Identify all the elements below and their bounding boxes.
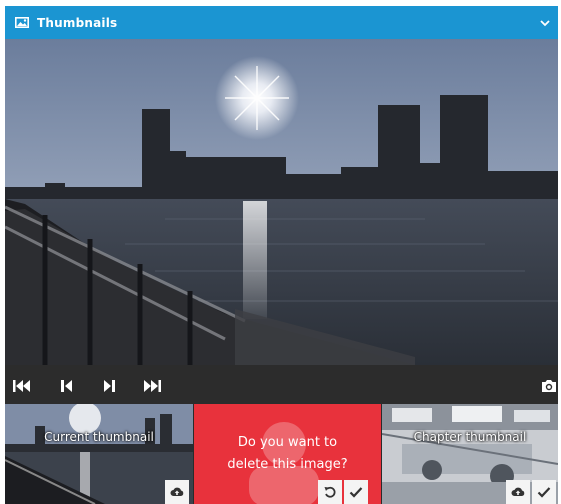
player-controls [5,365,558,407]
undo-icon[interactable] [318,480,342,504]
camera-icon[interactable] [538,375,558,397]
panel-title: Thumbnails [37,15,118,30]
upload-icon[interactable] [165,480,189,504]
video-preview [5,39,558,365]
delete-prompt-line1: Do you want to [237,435,338,450]
panel-header[interactable]: Thumbnails [5,6,558,39]
thumbnail-strip: Current thumbnail Do you want to delete … [5,404,558,504]
current-thumbnail[interactable]: Current thumbnail [5,404,193,504]
check-icon[interactable] [344,480,368,504]
skip-start-icon[interactable] [11,375,33,397]
delete-confirmation: Do you want to delete this image? [194,404,381,504]
chapter-thumbnail[interactable]: Chapter thumbnail [382,404,558,504]
thumbnails-panel: Thumbnails Current thumbnail Do you want… [5,6,558,504]
chevron-down-icon[interactable] [538,15,552,29]
upload-icon[interactable] [506,480,530,504]
step-back-icon[interactable] [56,375,78,397]
thumbnail-caption: Current thumbnail [44,430,154,444]
delete-prompt-line2: delete this image? [227,457,348,472]
skip-end-icon[interactable] [141,375,163,397]
step-forward-icon[interactable] [98,375,120,397]
check-icon[interactable] [532,480,556,504]
thumbnail-caption: Chapter thumbnail [413,430,527,444]
image-icon [15,13,29,32]
